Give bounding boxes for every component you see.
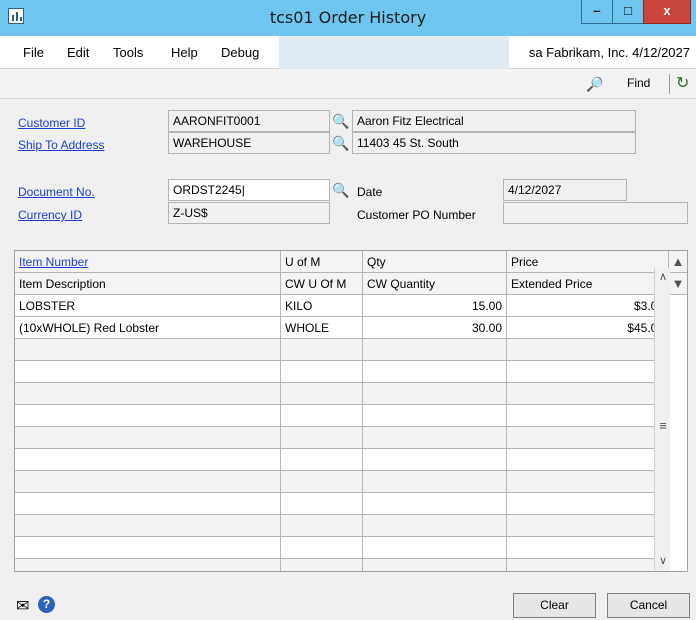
menu-tools[interactable]: Tools: [104, 36, 152, 69]
menu-debug[interactable]: Debug: [212, 36, 268, 69]
toolbar: 🔎 Find ↻: [0, 69, 696, 99]
grid-header-item-description: Item Description: [15, 273, 281, 295]
ship-to-field[interactable]: WAREHOUSE: [168, 132, 330, 154]
customer-po-label: Customer PO Number: [357, 208, 476, 222]
table-row-uofm[interactable]: WHOLE: [281, 317, 363, 339]
grid-header-extended-price: Extended Price: [507, 273, 669, 295]
menu-bar-spacer: [279, 36, 509, 69]
currency-field: Z-US$: [168, 202, 330, 224]
grid-header-item-number[interactable]: Item Number: [15, 251, 281, 273]
customer-id-link[interactable]: Customer ID: [18, 116, 85, 130]
grid-header-uofm: U of M: [281, 251, 363, 273]
ship-to-address-field: 11403 45 St. South: [352, 132, 636, 154]
grid-scrollbar[interactable]: ∧ ≡ ∨: [654, 268, 670, 570]
grid-header-qty: Qty: [363, 251, 507, 273]
user-company-date: sa Fabrikam, Inc. 4/12/2027: [528, 45, 690, 60]
help-icon[interactable]: ?: [38, 596, 55, 613]
table-row-item[interactable]: (10xWHOLE) Red Lobster: [15, 317, 281, 339]
grid-header-cw-uofm: CW U Of M: [281, 273, 363, 295]
maximize-button[interactable]: □: [612, 0, 644, 24]
minimize-icon: –: [593, 3, 601, 18]
table-row-qty[interactable]: 30.00: [363, 317, 507, 339]
close-icon: x: [663, 3, 671, 18]
refresh-icon[interactable]: ↻: [676, 73, 689, 93]
collapse-rows-icon[interactable]: ▲: [669, 251, 687, 273]
date-field: 4/12/2027: [503, 179, 627, 201]
clear-button[interactable]: Clear: [513, 593, 596, 618]
menu-bar: File Edit Tools Help Debug sa Fabrikam, …: [0, 36, 696, 69]
grid-header-cw-quantity: CW Quantity: [363, 273, 507, 295]
document-lookup-icon[interactable]: 🔍: [331, 180, 351, 200]
scroll-grip-icon[interactable]: ≡: [655, 418, 671, 433]
ship-to-address-link[interactable]: Ship To Address: [18, 138, 105, 152]
grid-header-price: Price: [507, 251, 669, 273]
table-row-price[interactable]: $45.00: [507, 317, 669, 339]
minimize-button[interactable]: –: [581, 0, 613, 24]
customer-name-field: Aaron Fitz Electrical: [352, 110, 636, 132]
table-row-price[interactable]: $3.00: [507, 295, 669, 317]
empty-rows: [15, 339, 669, 571]
find-button[interactable]: Find: [627, 76, 650, 90]
currency-id-link[interactable]: Currency ID: [18, 208, 82, 222]
menu-file[interactable]: File: [14, 36, 53, 69]
close-button[interactable]: x: [643, 0, 691, 24]
ship-to-lookup-icon[interactable]: 🔍: [331, 133, 351, 153]
menu-help[interactable]: Help: [162, 36, 207, 69]
document-no-link[interactable]: Document No.: [18, 185, 95, 199]
menu-edit[interactable]: Edit: [58, 36, 98, 69]
table-row-uofm[interactable]: KILO: [281, 295, 363, 317]
scroll-up-icon[interactable]: ∧: [655, 270, 671, 283]
note-icon[interactable]: ✉: [16, 596, 29, 616]
date-label: Date: [357, 185, 383, 199]
customer-po-field: [503, 202, 688, 224]
document-no-input[interactable]: ORDST2245|: [168, 179, 330, 201]
table-row-qty[interactable]: 15.00: [363, 295, 507, 317]
table-row-item[interactable]: LOBSTER: [15, 295, 281, 317]
scroll-down-icon[interactable]: ∨: [655, 554, 671, 567]
maximize-icon: □: [624, 3, 632, 18]
expand-rows-icon[interactable]: ▼: [669, 273, 687, 295]
cancel-button[interactable]: Cancel: [607, 593, 690, 618]
binoculars-icon[interactable]: 🔎: [586, 76, 603, 93]
customer-id-field[interactable]: AARONFIT0001: [168, 110, 330, 132]
toolbar-separator: [669, 74, 670, 94]
customer-lookup-icon[interactable]: 🔍: [331, 111, 351, 131]
items-grid: Item Number U of M Qty Price ▲ Item Desc…: [14, 250, 688, 572]
